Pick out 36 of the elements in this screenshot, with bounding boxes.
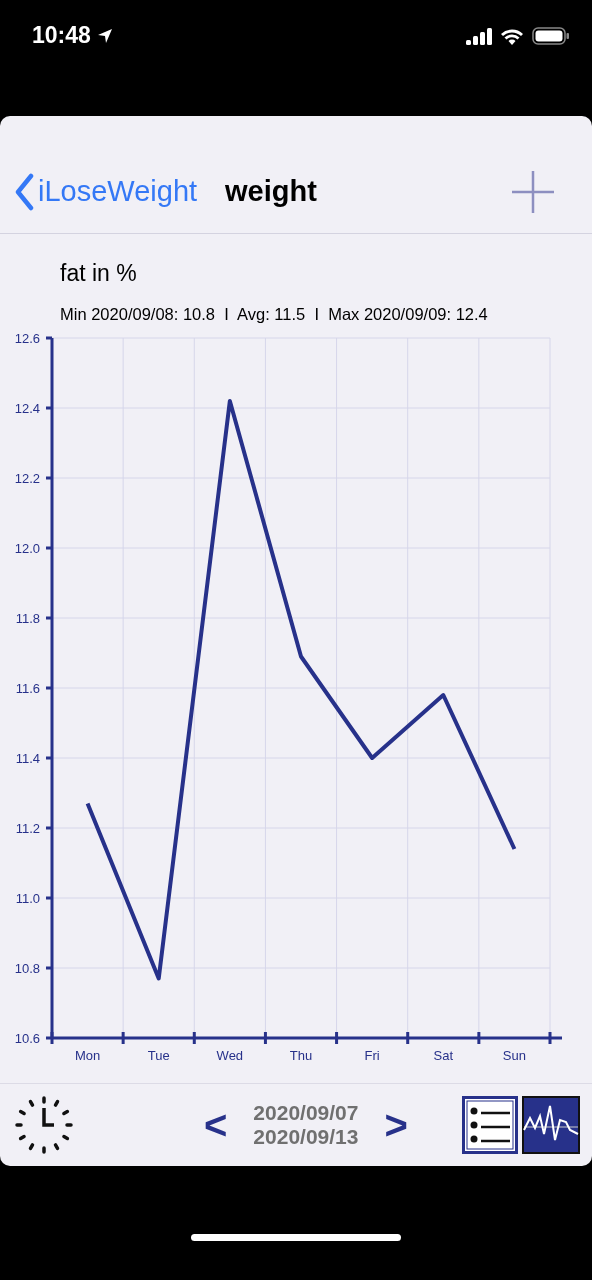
y-tick-label: 12.2	[14, 471, 40, 486]
x-tick-label: Thu	[289, 1048, 313, 1063]
back-button[interactable]: iLoseWeight	[0, 172, 198, 211]
stats-summary: Min 2020/09/08: 10.8 I Avg: 11.5 I Max 2020/09/09: 12.4	[60, 305, 489, 324]
y-tick-label: 11.2	[15, 821, 40, 836]
x-tick-label: Tue	[147, 1048, 170, 1063]
status-time: 10:48	[32, 22, 91, 49]
x-tick-label: Sat	[433, 1048, 454, 1063]
x-tick-label: Sun	[502, 1048, 526, 1063]
battery-icon	[532, 27, 570, 45]
y-tick-label: 11.6	[15, 681, 40, 696]
next-button[interactable]: >	[384, 1102, 408, 1148]
nav-title: weight	[225, 175, 317, 208]
y-tick-label: 12.4	[14, 401, 40, 416]
y-tick-label: 12.0	[14, 541, 40, 556]
y-tick-label: 11.8	[15, 611, 40, 626]
x-tick-label: Mon	[74, 1048, 101, 1063]
previous-button[interactable]: <	[204, 1102, 228, 1148]
location-arrow-icon	[96, 27, 113, 44]
y-tick-label: 10.6	[14, 1031, 40, 1046]
date-to: 2020/09/13	[253, 1125, 359, 1149]
y-tick-label: 11.4	[15, 751, 40, 766]
chevron-left-icon	[14, 172, 34, 211]
signal-icon	[466, 27, 492, 45]
y-tick-label: 11.0	[15, 891, 40, 906]
chart-title: fat in %	[60, 260, 138, 287]
y-tick-label: 12.6	[14, 331, 40, 346]
chart-icon[interactable]	[522, 1096, 580, 1154]
clock-icon[interactable]	[14, 1095, 74, 1155]
y-tick-label: 10.8	[14, 961, 40, 976]
list-icon[interactable]	[462, 1096, 518, 1154]
x-tick-label: Fri	[364, 1048, 380, 1063]
add-button[interactable]	[512, 170, 554, 213]
x-tick-label: Wed	[216, 1048, 244, 1063]
wifi-icon	[500, 27, 524, 45]
date-from: 2020/09/07	[253, 1101, 359, 1125]
